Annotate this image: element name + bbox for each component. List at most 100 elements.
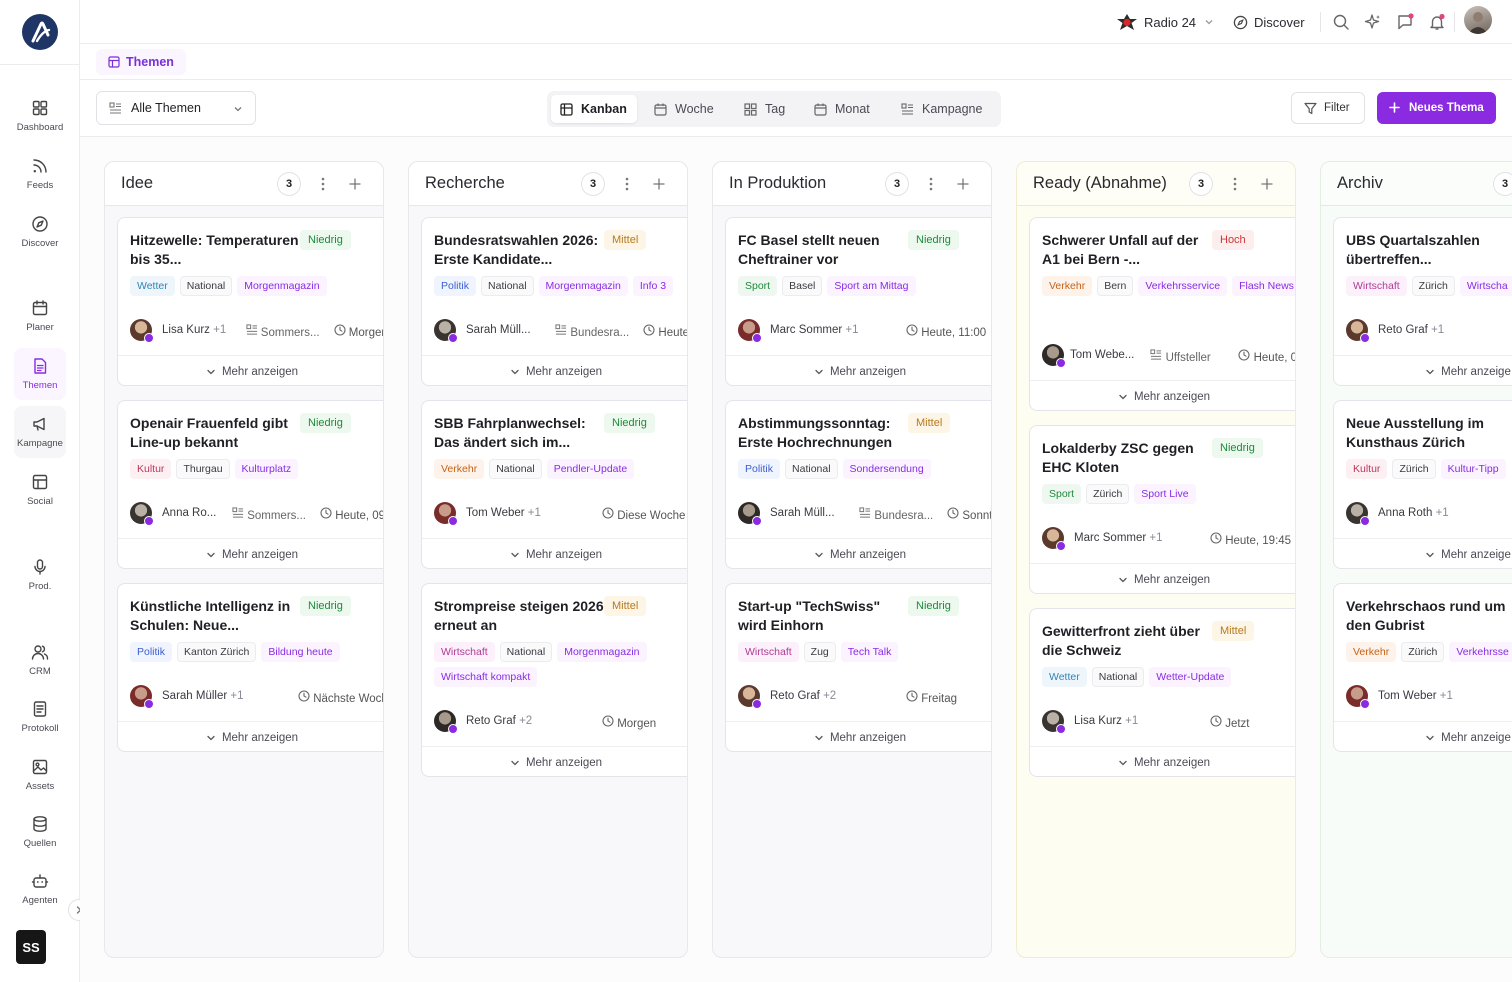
show-more-button[interactable]: Mehr anzeigen <box>118 721 383 751</box>
tab-tag[interactable]: Tag <box>735 95 795 123</box>
show-more-button[interactable]: Mehr anzeigen <box>422 538 687 568</box>
user-avatar[interactable] <box>1464 6 1492 34</box>
card-meta: Reto Graf +1 <box>1346 317 1512 345</box>
app-logo[interactable] <box>22 14 58 50</box>
bell-icon[interactable] <box>1428 13 1446 31</box>
sidebar-item-kampagne[interactable]: Kampagne <box>14 406 66 458</box>
card-tags: Verkehr Bern Verkehrsservice Flash News <box>1042 276 1295 296</box>
card-tags: Politik National Morgenmagazin Info 3 <box>434 276 687 296</box>
region-tag: Basel <box>782 276 823 296</box>
column-add-button[interactable] <box>649 174 669 194</box>
sidebar-item-dashboard[interactable]: Dashboard <box>14 90 66 142</box>
due-time: Sonntag, 1 <box>947 507 991 522</box>
station-selector[interactable]: Radio 24 <box>1116 0 1214 44</box>
column-add-button[interactable] <box>1257 174 1277 194</box>
assignee-avatar <box>1346 502 1370 526</box>
theme-card[interactable]: FC Basel stellt neuen Cheftrainer vor Nie… <box>725 217 991 386</box>
sidebar-item-prod[interactable]: Prod. <box>14 549 66 601</box>
show-more-button[interactable]: Mehr anzeigen <box>726 355 991 385</box>
assignee-extra-count: +1 <box>1431 324 1445 336</box>
more-vertical-icon <box>625 177 629 191</box>
theme-card[interactable]: Gewitterfront zieht über die Schweiz Mitt… <box>1029 608 1295 777</box>
priority-badge: Mittel <box>604 230 647 250</box>
show-more-label: Mehr anzeige <box>1441 731 1511 744</box>
theme-card[interactable]: Strompreise steigen 2026 erneut an Mittel… <box>421 583 687 777</box>
column-add-button[interactable] <box>953 174 973 194</box>
show-more-button[interactable]: Mehr anzeigen <box>1030 746 1295 776</box>
show-more-button[interactable]: Mehr anzeigen <box>726 538 991 568</box>
search-icon[interactable] <box>1332 13 1350 31</box>
show-more-label: Mehr anzeigen <box>525 548 603 561</box>
assignee-name-wrap: Sarah Müller +1 <box>162 690 244 702</box>
sidebar-item-discover[interactable]: Discover <box>14 206 66 258</box>
filter-button[interactable]: Filter <box>1291 92 1365 124</box>
theme-card[interactable]: Bundesratswahlen 2026: Erste Kandidate..… <box>421 217 687 386</box>
assignee-name: Reto Graf <box>770 690 820 702</box>
tab-kanban[interactable]: Kanban <box>551 95 637 123</box>
due-time-text: Heute, 19:45 <box>1225 535 1292 547</box>
chevron-down-icon <box>815 552 823 557</box>
show-more-button[interactable]: Mehr anzeigen <box>118 538 383 568</box>
theme-card[interactable]: Start-up "TechSwiss" wird Einhorn Niedrig… <box>725 583 991 752</box>
column-menu-button[interactable] <box>315 174 331 194</box>
show-tag: Wetter-Update <box>1149 667 1232 687</box>
theme-card[interactable]: SBB Fahrplanwechsel: Das ändert sich im.… <box>421 400 687 569</box>
user-badge[interactable]: SS <box>16 930 46 964</box>
tab-monat[interactable]: Monat <box>805 95 880 123</box>
theme-card[interactable]: Hitzewelle: Temperaturen bis 35... Niedri… <box>117 217 383 386</box>
sidebar-item-themen[interactable]: Themen <box>14 348 66 400</box>
category-tag: Sport <box>738 276 778 296</box>
show-tag: Morgenmagazin <box>557 642 647 662</box>
column-count: 3 <box>1189 172 1213 196</box>
sparkles-icon[interactable] <box>1364 13 1382 31</box>
assignee-name-wrap: Reto Graf +1 <box>1378 324 1444 336</box>
theme-card[interactable]: UBS Quartalszahlen übertreffen... Wirtsch… <box>1333 217 1512 386</box>
assignee-name: Sarah Müll... <box>466 324 531 336</box>
show-more-button[interactable]: Mehr anzeigen <box>726 721 991 751</box>
card-meta: Reto Graf +2 Morgen <box>434 708 687 736</box>
chevron-down-icon <box>207 552 215 557</box>
show-more-button[interactable]: Mehr anzeigen <box>422 746 687 776</box>
theme-card[interactable]: Verkehrschaos rund um den Gubrist Verkehr… <box>1333 583 1512 752</box>
theme-card[interactable]: Lokalderby ZSC gegen EHC Kloten Niedrig Sp… <box>1029 425 1295 594</box>
column-menu-button[interactable] <box>1227 174 1243 194</box>
theme-card[interactable]: Künstliche Intelligenz in Schulen: Neue.… <box>117 583 383 752</box>
sidebar-item-protokoll[interactable]: Protokoll <box>14 691 66 743</box>
column-add-button[interactable] <box>345 174 365 194</box>
priority-badge: Mittel <box>1212 621 1255 641</box>
sidebar-item-social[interactable]: Social <box>14 464 66 516</box>
sidebar-item-agenten[interactable]: Agenten <box>14 863 66 915</box>
show-more-button[interactable]: Mehr anzeigen <box>422 355 687 385</box>
assignee-name-wrap: Anna Ro... <box>162 507 216 519</box>
sidebar-item-feeds[interactable]: Feeds <box>14 148 66 200</box>
layout-icon <box>32 474 48 490</box>
assignee-name-wrap: Tom Webe... <box>1070 349 1134 361</box>
show-more-button[interactable]: Mehr anzeige <box>1334 721 1512 751</box>
theme-card[interactable]: Neue Ausstellung im Kunsthaus Zürich Kult… <box>1333 400 1512 569</box>
tab-woche[interactable]: Woche <box>645 95 724 123</box>
card-meta: Lisa Kurz +1 Sommers... Morgen <box>130 317 383 345</box>
show-more-button[interactable]: Mehr anzeige <box>1334 355 1512 385</box>
chat-icon[interactable] <box>1396 13 1414 31</box>
sidebar: Dashboard Feeds Discover Planer Themen Kampag… <box>0 0 90 982</box>
show-more-button[interactable]: Mehr anzeigen <box>118 355 383 385</box>
breadcrumb-themen[interactable]: Themen <box>96 49 186 75</box>
theme-card[interactable]: Openair Frauenfeld gibt Line-up bekannt N… <box>117 400 383 569</box>
column-menu-button[interactable] <box>619 174 635 194</box>
tab-kampagne[interactable]: Kampagne <box>892 95 992 123</box>
new-theme-button[interactable]: Neues Thema <box>1377 92 1496 124</box>
sidebar-item-quellen[interactable]: Quellen <box>14 806 66 858</box>
discover-button[interactable]: Discover <box>1233 0 1305 44</box>
column-menu-button[interactable] <box>923 174 939 194</box>
show-more-button[interactable]: Mehr anzeigen <box>1030 380 1295 410</box>
themen-filter-select[interactable]: Alle Themen <box>96 91 256 125</box>
show-ref: Bundesra... <box>859 507 933 522</box>
show-more-button[interactable]: Mehr anzeige <box>1334 538 1512 568</box>
sidebar-item-assets[interactable]: Assets <box>14 749 66 801</box>
due-time-text: Nächste Woche <box>313 693 383 705</box>
sidebar-item-crm[interactable]: CRM <box>14 634 66 686</box>
theme-card[interactable]: Abstimmungssonntag: Erste Hochrechnungen… <box>725 400 991 569</box>
theme-card[interactable]: Schwerer Unfall auf der A1 bei Bern -...… <box>1029 217 1295 411</box>
show-more-button[interactable]: Mehr anzeigen <box>1030 563 1295 593</box>
sidebar-item-planer[interactable]: Planer <box>14 290 66 342</box>
